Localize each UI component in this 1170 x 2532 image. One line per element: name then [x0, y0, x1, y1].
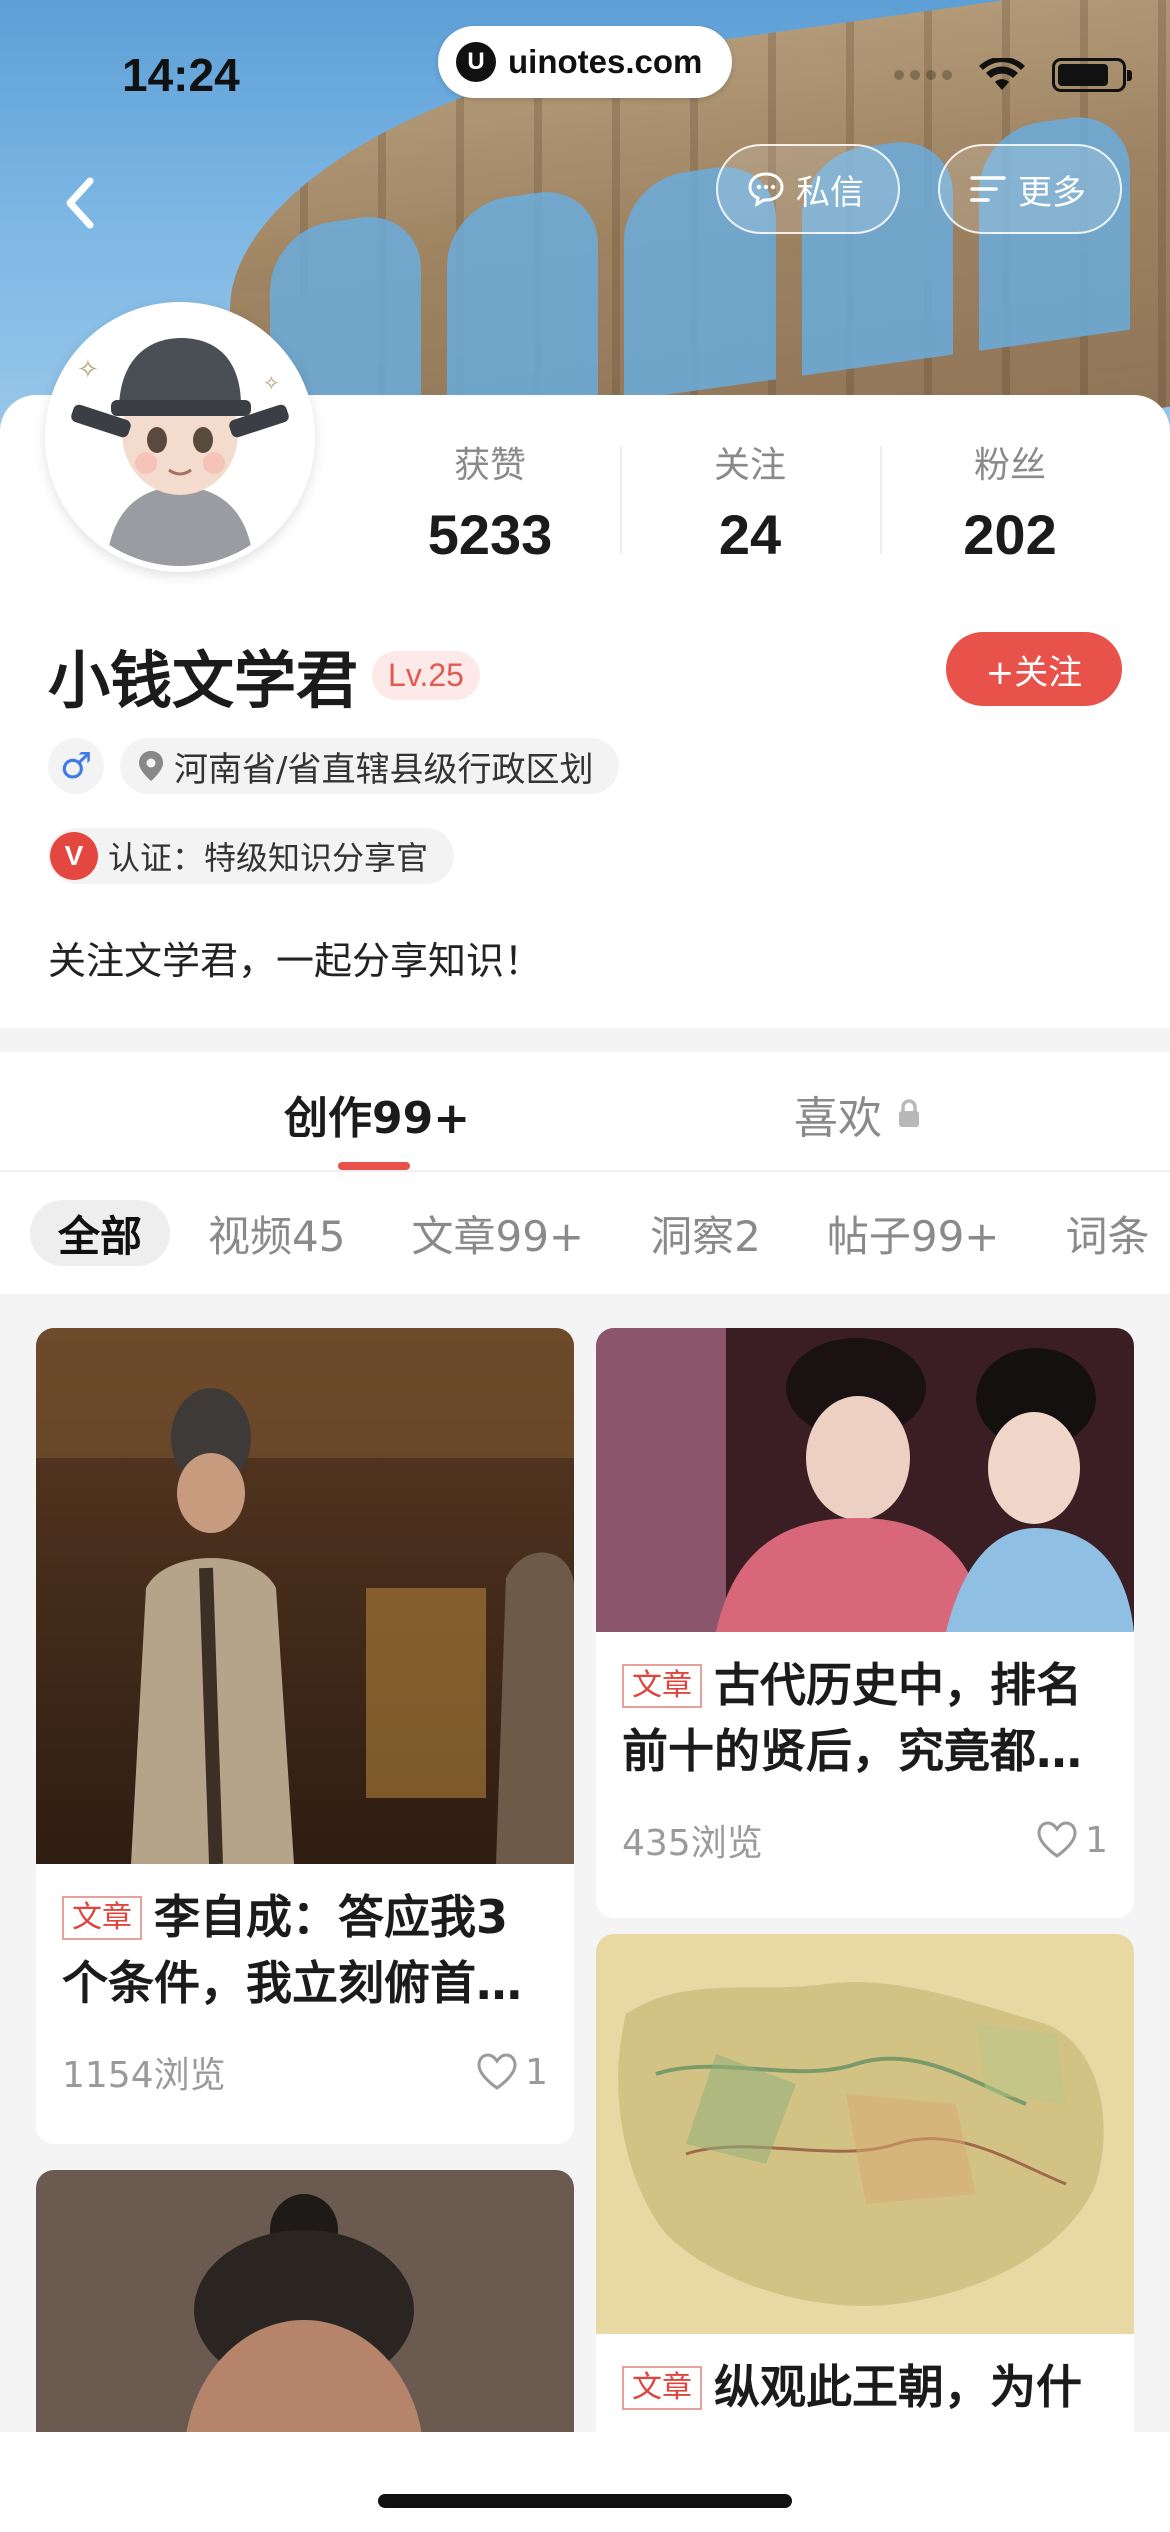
- card-body: 文章李自成：答应我3个条件，我立刻俯首称臣 1154浏览 1: [36, 1864, 574, 2098]
- article-badge: 文章: [622, 1664, 702, 1708]
- url-text: uinotes.com: [508, 43, 703, 80]
- filter-articles[interactable]: 文章99+: [383, 1200, 612, 1266]
- verified-v-icon: V: [50, 832, 98, 880]
- card-thumbnail: [36, 2170, 574, 2432]
- like-count: 1: [525, 2051, 548, 2093]
- stat-likes-received[interactable]: 获赞 5233: [360, 430, 620, 590]
- location-pin-icon: [139, 751, 163, 781]
- heart-icon: [477, 2053, 517, 2090]
- certification-text: 认证：特级知识分享官: [108, 839, 429, 877]
- back-button[interactable]: [60, 166, 120, 240]
- level-badge: Lv.25: [372, 650, 480, 700]
- location-tag: 河南省/省直辖县级行政区划: [120, 738, 620, 794]
- message-label: 私信: [796, 172, 864, 213]
- svg-text:✧: ✧: [77, 355, 99, 385]
- filter-entries[interactable]: 词条: [1037, 1200, 1170, 1266]
- filter-all[interactable]: 全部: [30, 1200, 171, 1266]
- more-label: 更多: [1018, 172, 1086, 213]
- chevron-left-icon: [66, 177, 94, 229]
- tab-likes[interactable]: 喜欢: [794, 1082, 922, 1146]
- feed-card[interactable]: 文章李自成：答应我3个条件，我立刻俯首称臣 1154浏览 1: [36, 1328, 574, 2144]
- follow-button[interactable]: +关注: [946, 632, 1122, 706]
- filter-insights[interactable]: 洞察2: [622, 1200, 789, 1266]
- home-indicator-area: [0, 2432, 1170, 2532]
- gender-male-icon: ♂: [48, 738, 104, 794]
- profile-bio: 关注文学君，一起分享知识！: [48, 939, 543, 983]
- article-badge: 文章: [62, 1896, 142, 1940]
- stat-value: 5233: [427, 503, 553, 566]
- signal-icon: [894, 70, 952, 80]
- filter-videos[interactable]: 视频45: [180, 1200, 373, 1266]
- header-actions: 私信 更多: [716, 144, 1122, 234]
- feed-card[interactable]: 文章古代历史中，排名前十的贤后，究竟都是谁 435浏览 1: [596, 1328, 1134, 1918]
- card-thumbnail: [36, 1328, 574, 1864]
- heart-icon: [1037, 1821, 1077, 1858]
- profile-name: 小钱文学君: [48, 644, 359, 717]
- like-button[interactable]: 1: [1035, 1820, 1108, 1861]
- status-icons: [894, 58, 1132, 92]
- stat-label: 粉丝: [973, 445, 1046, 486]
- avatar-illustration: ✧ ✧: [51, 308, 309, 566]
- active-tab-indicator: [338, 1162, 410, 1170]
- lock-icon: [899, 1099, 919, 1127]
- stat-label: 关注: [713, 445, 786, 486]
- svg-text:✧: ✧: [263, 371, 280, 395]
- card-title: 文章古代历史中，排名前十的贤后，究竟都是谁: [622, 1652, 1108, 1784]
- profile-tags: ♂ 河南省/省直辖县级行政区划: [48, 738, 620, 794]
- stat-value: 202: [963, 503, 1057, 566]
- url-pill[interactable]: U uinotes.com: [438, 26, 732, 98]
- more-button[interactable]: 更多: [938, 144, 1122, 234]
- card-thumbnail: [596, 1934, 1134, 2334]
- certification-tag: V 认证：特级知识分享官: [48, 828, 455, 884]
- like-button[interactable]: 1: [475, 2052, 548, 2093]
- card-title-text: 纵观此王朝，为什: [714, 2360, 1082, 2414]
- stat-following[interactable]: 关注 24: [620, 430, 880, 590]
- card-thumbnail: [596, 1328, 1134, 1632]
- wifi-icon: [979, 58, 1025, 90]
- status-bar: 14:24 U uinotes.com: [0, 0, 1170, 150]
- article-badge: 文章: [622, 2366, 702, 2410]
- card-body: 文章古代历史中，排名前十的贤后，究竟都是谁 435浏览 1: [596, 1632, 1134, 1866]
- feed-card[interactable]: 文章 纵观此王朝，为什: [596, 1934, 1134, 2432]
- chat-bubble-icon: [748, 172, 784, 207]
- card-title: 文章 纵观此王朝，为什: [622, 2354, 1108, 2420]
- certification-row: V 认证：特级知识分享官: [48, 828, 455, 884]
- card-meta: 1154浏览 1: [62, 2046, 548, 2098]
- stat-label: 获赞: [453, 445, 526, 486]
- status-time: 14:24: [122, 49, 240, 101]
- card-title: 文章李自成：答应我3个条件，我立刻俯首称臣: [62, 1884, 548, 2016]
- card-body: 文章 纵观此王朝，为什: [596, 2334, 1134, 2420]
- profile-stats: 获赞 5233 关注 24 粉丝 202: [360, 430, 1140, 590]
- content-filter-tabs: 全部 视频45 文章99+ 洞察2 帖子99+ 词条: [0, 1172, 1170, 1294]
- like-count: 1: [1085, 1819, 1108, 1861]
- stat-value: 24: [718, 503, 782, 566]
- location-text: 河南省/省直辖县级行政区划: [174, 749, 594, 790]
- view-count: 1154浏览: [62, 2055, 226, 2096]
- content-tabs: 创作99+ 喜欢: [0, 1052, 1170, 1172]
- site-logo-icon: U: [456, 42, 496, 82]
- tab-likes-label: 喜欢: [794, 1093, 882, 1144]
- view-count: 435浏览: [622, 1823, 763, 1864]
- home-indicator[interactable]: [378, 2494, 792, 2508]
- filter-posts[interactable]: 帖子99+: [799, 1200, 1028, 1266]
- content-feed: 文章李自成：答应我3个条件，我立刻俯首称臣 1154浏览 1: [0, 1294, 1170, 2432]
- card-meta: 435浏览 1: [622, 1814, 1108, 1866]
- feed-card[interactable]: [36, 2170, 574, 2432]
- stat-followers[interactable]: 粉丝 202: [880, 430, 1140, 590]
- battery-icon: [1052, 58, 1132, 92]
- avatar[interactable]: ✧ ✧: [45, 302, 315, 572]
- tab-works[interactable]: 创作99+: [284, 1082, 470, 1146]
- name-row: 小钱文学君 Lv.25: [48, 630, 480, 720]
- message-button[interactable]: 私信: [716, 144, 900, 234]
- menu-icon: [970, 176, 1006, 202]
